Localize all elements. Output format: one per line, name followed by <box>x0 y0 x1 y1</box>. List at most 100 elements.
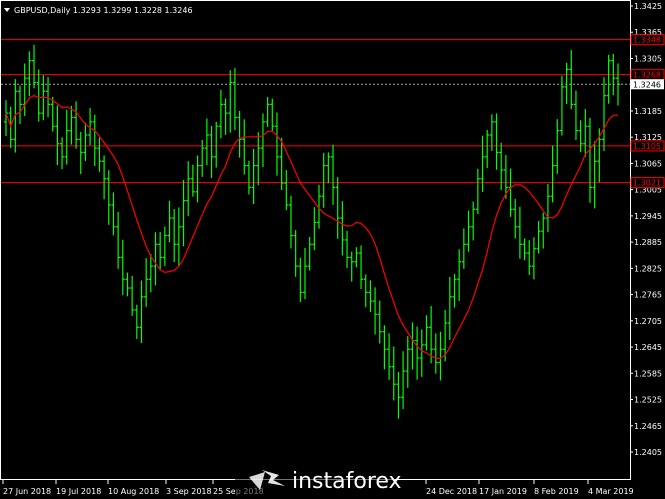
ohlc-bar <box>36 69 41 122</box>
ohlc-bar <box>354 247 359 268</box>
y-tick-label: 1.3185 <box>634 107 662 116</box>
ohlc-bar <box>531 237 536 280</box>
ohlc-bar <box>578 120 583 153</box>
ohlc-bar <box>377 300 382 344</box>
ohlc-bar <box>583 109 588 157</box>
ohlc-bar <box>214 121 219 168</box>
ohlc-bar <box>461 228 466 269</box>
ohlc-bar <box>405 336 410 388</box>
level-label: 1.3021 <box>633 179 661 188</box>
ohlc-bar <box>302 247 307 300</box>
y-tick-label: 1.3425 <box>634 2 662 11</box>
ohlc-bar <box>176 207 181 266</box>
ohlc-bar <box>606 54 611 104</box>
x-tick-label: 8 Feb 2019 <box>534 487 579 496</box>
ohlc-bar <box>541 212 546 249</box>
ohlc-bar <box>274 112 279 176</box>
ohlc-bar <box>592 141 597 209</box>
ohlc-bar <box>293 230 298 277</box>
ohlc-bar <box>331 144 336 205</box>
ohlc-bar <box>228 70 233 133</box>
y-tick-label: 1.2825 <box>634 264 662 273</box>
ohlc-bar <box>139 280 144 344</box>
ohlc-bar <box>401 351 406 409</box>
ohlc-bar <box>522 238 527 261</box>
ohlc-bar <box>424 315 429 351</box>
y-tick-label: 1.3065 <box>634 159 662 168</box>
ohlc-bar <box>256 132 261 186</box>
y-tick-label: 1.2525 <box>634 396 662 405</box>
ohlc-bar <box>64 109 69 165</box>
ohlc-bar <box>387 333 392 380</box>
y-tick-label: 1.2645 <box>634 343 662 352</box>
ohlc-bar <box>102 155 107 200</box>
ohlc-bar <box>419 329 424 377</box>
x-tick-label: 4 Mar 2019 <box>588 487 634 496</box>
ohlc-bar <box>246 160 251 195</box>
ohlc-bar <box>209 125 214 178</box>
x-tick-label: 24 Dec 2018 <box>426 487 477 496</box>
x-tick-label: 10 Aug 2018 <box>108 487 159 496</box>
ohlc-bar <box>345 230 350 269</box>
ohlc-bar <box>391 346 396 401</box>
level-label: 1.3348 <box>633 36 661 45</box>
y-tick-label: 1.2465 <box>634 422 662 431</box>
ohlc-bar <box>162 226 167 266</box>
x-tick-label: 19 Jul 2018 <box>56 487 101 496</box>
ohlc-bar <box>569 50 574 110</box>
ohlc-bar <box>223 98 228 135</box>
ohlc-bar <box>69 105 74 145</box>
y-tick-label: 1.2945 <box>634 212 662 221</box>
ohlc-bar <box>181 179 186 247</box>
ohlc-bar <box>326 152 331 184</box>
ma-line <box>5 94 619 359</box>
ohlc-bar <box>555 119 560 174</box>
symbol-title: GBPUSD,Daily 1.3293 1.3299 1.3228 1.3246 <box>14 6 193 15</box>
ohlc-bar <box>284 170 289 211</box>
x-tick-label: 17 Jan 2019 <box>479 487 527 496</box>
ohlc-bar <box>410 322 415 370</box>
ohlc-bar <box>471 201 476 241</box>
ohlc-bar <box>153 232 158 286</box>
ohlc-bar <box>340 201 345 256</box>
ohlc-bar <box>148 254 153 293</box>
ohlc-bar <box>288 195 293 249</box>
ohlc-bar <box>527 240 532 275</box>
ohlc-bar <box>559 75 564 136</box>
ohlc-bar <box>475 168 480 215</box>
x-tick-label: 3 Sep 2018 <box>166 487 212 496</box>
y-tick-label: 1.2765 <box>634 291 662 300</box>
ohlc-bar <box>438 331 443 381</box>
ohlc-bar <box>78 132 83 175</box>
ohlc-bar <box>312 207 317 251</box>
ohlc-bar <box>466 210 471 252</box>
ohlc-bar <box>92 114 97 166</box>
watermark: instaforex <box>235 463 402 499</box>
ohlc-bar <box>363 274 368 308</box>
ohlc-bar <box>382 325 387 370</box>
ohlc-bar <box>307 237 312 271</box>
ohlc-bar <box>513 198 518 239</box>
current-price-label: 1.3246 <box>633 80 661 89</box>
ohlc-bar <box>494 113 499 170</box>
ohlc-bar <box>32 44 37 89</box>
ohlc-bar <box>433 333 438 374</box>
ohlc-bar <box>232 67 237 131</box>
ohlc-bar <box>457 249 462 301</box>
ohlc-bar <box>83 122 88 161</box>
y-tick-label: 1.2705 <box>634 317 662 326</box>
ohlc-bars <box>4 44 620 419</box>
ohlc-bar <box>120 239 125 296</box>
ohlc-bar <box>573 90 578 140</box>
ohlc-bar <box>172 208 177 263</box>
ohlc-bar <box>27 51 32 97</box>
price-chart: GBPUSD,Daily 1.3293 1.3299 1.3228 1.3246… <box>0 0 665 499</box>
ohlc-bar <box>97 137 102 172</box>
triangle-down-icon <box>4 8 10 12</box>
ohlc-bar <box>601 77 606 151</box>
ohlc-bar <box>204 118 209 166</box>
ohlc-bar <box>265 97 270 127</box>
ohlc-bar <box>335 177 340 239</box>
ohlc-bar <box>564 62 569 105</box>
ohlc-bar <box>251 148 256 205</box>
